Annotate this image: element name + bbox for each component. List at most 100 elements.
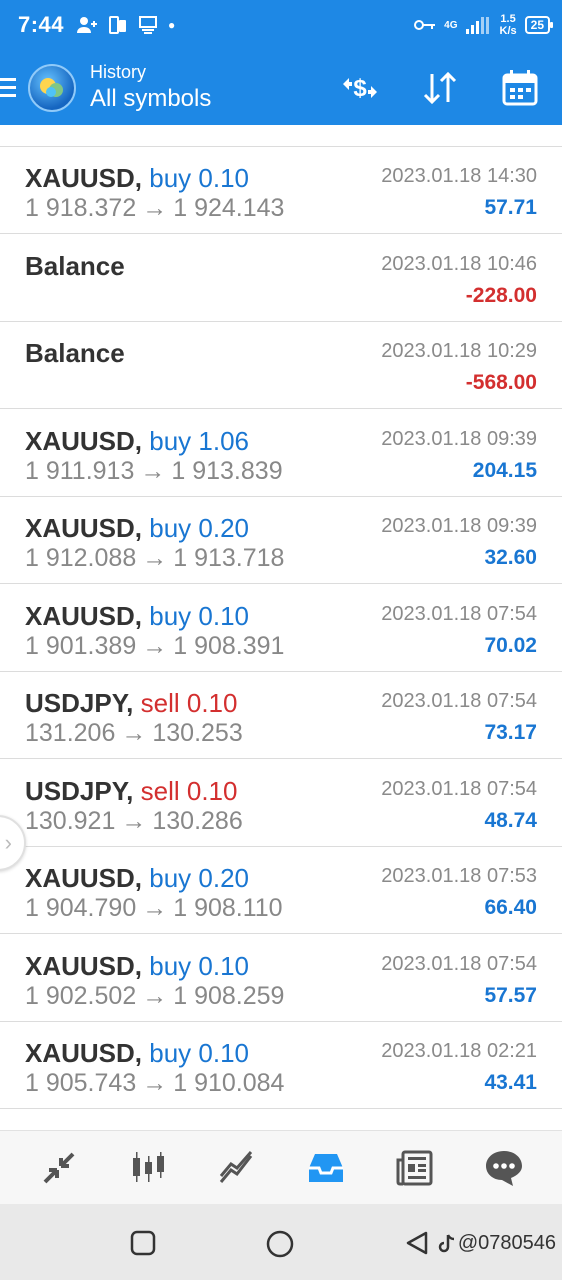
deal-symbol-line: USDJPY, sell 0.10: [25, 776, 237, 806]
deal-prices: 1 911.913 → 1 913.839: [25, 456, 283, 486]
deal-prices: 1 902.502 → 1 908.259: [25, 981, 284, 1011]
svg-text:$: $: [353, 75, 367, 102]
watermark: @0780546: [438, 1232, 556, 1255]
signal-icon: [465, 17, 489, 34]
metatrader-logo-icon[interactable]: [28, 63, 76, 112]
calendar-icon[interactable]: [498, 66, 542, 110]
deal-action: buy 0.10: [149, 950, 249, 981]
title-block: History All symbols: [90, 61, 211, 115]
chart-icon[interactable]: [118, 1138, 178, 1198]
close-price: 1 908.391: [173, 631, 285, 660]
deal-symbol: XAUUSD,: [25, 513, 143, 543]
deal-date: 2023.01.18 14:30: [381, 165, 537, 187]
open-price: 1 918.372: [25, 194, 137, 222]
list-item[interactable]: USDJPY, sell 0.10 130.921 → 130.286 2023.0…: [0, 759, 562, 847]
open-price: 131.206: [25, 719, 116, 747]
messages-icon[interactable]: [474, 1138, 534, 1198]
deal-profit: 57.71: [484, 196, 537, 219]
open-price: 130.921: [25, 806, 116, 835]
deal-symbol: XAUUSD,: [25, 1038, 143, 1068]
person-add-icon: [77, 17, 98, 33]
list-item[interactable]: XAUUSD, buy 1.06 1 911.913 → 1 913.839 202…: [0, 409, 562, 497]
deal-prices: 1 901.389 → 1 908.391: [25, 631, 284, 661]
sort-icon[interactable]: [418, 66, 462, 110]
deal-symbol-line: XAUUSD, buy 0.20: [25, 513, 249, 543]
bottom-nav: [0, 1130, 562, 1204]
money-exchange-icon[interactable]: $: [338, 66, 382, 110]
quotes-icon[interactable]: [29, 1138, 89, 1198]
page-subtitle: History: [90, 61, 147, 82]
price-arrow-icon: →: [142, 981, 168, 1010]
deal-date: 2023.01.18 09:39: [381, 427, 537, 450]
news-icon[interactable]: [385, 1138, 445, 1198]
close-price: 130.286: [152, 806, 243, 835]
open-price: 1 901.389: [25, 631, 137, 660]
deal-date: 2023.01.18 07:54: [381, 602, 537, 625]
deal-date: 2023.01.18 10:46: [381, 252, 537, 275]
price-arrow-icon: →: [142, 1069, 168, 1097]
deal-symbol-line: XAUUSD, buy 0.20: [25, 863, 249, 893]
list-item[interactable]: XAUUSD, buy 0.10 1 905.743 → 1 910.084 202…: [0, 1022, 562, 1109]
close-price: 1 913.839: [171, 456, 283, 485]
key-icon: [414, 20, 436, 30]
deal-prices: 130.921 → 130.286: [25, 806, 243, 836]
recents-icon[interactable]: [130, 1230, 156, 1261]
deal-action: buy 0.10: [149, 600, 249, 631]
deal-prices: 131.206 → 130.253: [25, 718, 243, 748]
menu-icon[interactable]: [0, 78, 20, 97]
deal-symbol-line: XAUUSD, buy 1.06: [25, 426, 249, 456]
deal-profit: 73.17: [484, 721, 537, 744]
deal-symbol-line: XAUUSD, buy 0.10: [25, 951, 249, 981]
deal-action: buy 0.10: [149, 1038, 249, 1068]
price-arrow-icon: →: [142, 631, 168, 660]
page-title[interactable]: All symbols: [90, 83, 211, 115]
open-price: 1 904.790: [25, 894, 137, 922]
list-item[interactable]: Balance 2023.01.18 10:46 -228.00: [0, 234, 562, 322]
screen-icon: [139, 16, 158, 34]
list-item[interactable]: XAUUSD, buy 0.10 1 918.372 → 1 924.143 202…: [0, 147, 562, 234]
list-item[interactable]: XAUUSD, buy 0.20 1 912.088 → 1 913.718 202…: [0, 497, 562, 584]
history-list[interactable]: XAUUSD, buy 0.10 1 918.372 → 1 924.143 202…: [0, 125, 562, 1130]
deal-profit: -228.00: [465, 283, 537, 307]
battery-icon: 25: [524, 16, 554, 34]
network-type: 4G: [444, 19, 458, 31]
list-item[interactable]: XAUUSD, buy 0.10 1 902.502 → 1 908.259 202…: [0, 934, 562, 1022]
close-price: 1 913.718: [173, 544, 285, 572]
list-item[interactable]: XAUUSD, buy 0.10 1 901.389 → 1 908.391 202…: [0, 584, 562, 672]
deal-symbol-line: Balance: [25, 338, 125, 368]
deal-prices: 1 918.372 → 1 924.143: [25, 193, 284, 223]
open-price: 1 911.913: [25, 456, 135, 485]
price-arrow-icon: →: [142, 894, 168, 922]
price-arrow-icon: →: [142, 194, 168, 222]
notification-dot-icon: ●: [168, 18, 176, 32]
status-bar: 7:44 ● 4G 1.5 K/s 25: [0, 0, 562, 50]
deal-symbol: XAUUSD,: [25, 600, 143, 631]
deal-action: buy 1.06: [149, 425, 249, 456]
list-item[interactable]: Balance 2023.01.18 10:29 -568.00: [0, 322, 562, 409]
deal-profit: 43.41: [484, 1071, 537, 1094]
open-price: 1 912.088: [25, 544, 137, 572]
deal-action: sell 0.10: [140, 688, 238, 718]
deal-symbol-line: XAUUSD, buy 0.10: [25, 601, 249, 631]
home-icon[interactable]: [266, 1230, 294, 1263]
deal-symbol: XAUUSD,: [25, 863, 143, 893]
deal-profit: -568.00: [465, 371, 537, 394]
back-icon[interactable]: [404, 1230, 430, 1261]
close-price: 130.253: [152, 719, 243, 747]
trade-icon[interactable]: [207, 1138, 267, 1198]
deal-action: sell 0.10: [140, 775, 238, 806]
open-price: 1 905.743: [25, 1069, 137, 1097]
list-item-partial-top[interactable]: [0, 125, 562, 147]
deal-profit: 66.40: [484, 896, 537, 919]
list-item[interactable]: USDJPY, sell 0.10 131.206 → 130.253 2023.0…: [0, 672, 562, 759]
price-arrow-icon: →: [142, 544, 168, 572]
tiktok-logo-icon: [438, 1233, 454, 1252]
list-item-partial-bottom[interactable]: [0, 1109, 562, 1130]
deal-action: buy 0.20: [149, 513, 249, 543]
list-item[interactable]: XAUUSD, buy 0.20 1 904.790 → 1 908.110 202…: [0, 847, 562, 934]
history-icon[interactable]: [296, 1138, 356, 1198]
deal-symbol: XAUUSD,: [25, 425, 143, 456]
deal-symbol: USDJPY,: [25, 688, 134, 718]
status-time: 7:44: [18, 12, 65, 37]
deal-prices: 1 904.790 → 1 908.110: [25, 893, 283, 923]
